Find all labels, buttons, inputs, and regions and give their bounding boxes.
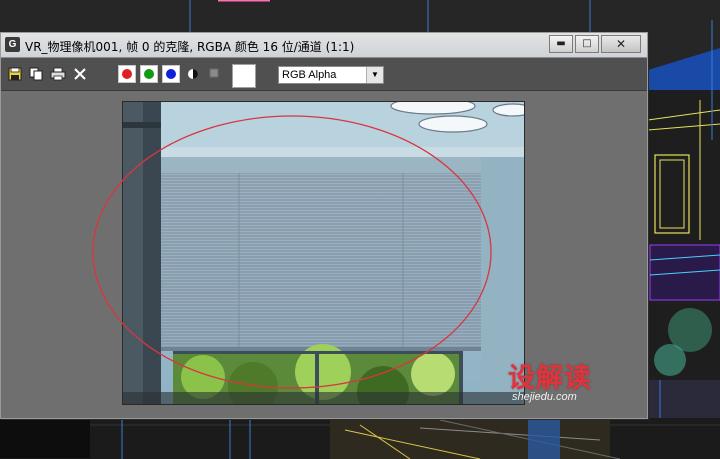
- window-controls: ▬ □ ✕: [547, 35, 641, 53]
- clear-icon[interactable]: [72, 67, 88, 83]
- display-channel-select[interactable]: RGB Alpha ▼: [278, 66, 384, 84]
- watermark-brand: 设解读: [508, 363, 592, 394]
- watermark: 设解读 shejiedu.com: [508, 356, 592, 403]
- save-icon[interactable]: [7, 67, 23, 83]
- blue-channel-toggle[interactable]: [162, 65, 180, 83]
- title-bar[interactable]: G VR_物理像机001, 帧 0 的克隆, RGBA 颜色 16 位/通道 (…: [1, 33, 647, 58]
- red-channel-toggle[interactable]: [118, 65, 136, 83]
- toolbar: RGB Alpha ▼: [1, 58, 647, 91]
- watermark-url: shejiedu.com: [512, 391, 577, 403]
- app-icon[interactable]: G: [5, 37, 20, 52]
- minimize-button[interactable]: ▬: [549, 35, 573, 53]
- blue-channel-icon: [166, 69, 176, 79]
- maximize-button[interactable]: □: [575, 35, 599, 53]
- chevron-down-icon: ▼: [366, 67, 383, 83]
- red-channel-icon: [122, 69, 132, 79]
- window-title: VR_物理像机001, 帧 0 的克隆, RGBA 颜色 16 位/通道 (1:…: [25, 40, 355, 54]
- print-icon[interactable]: [50, 67, 66, 83]
- close-button[interactable]: ✕: [601, 35, 641, 53]
- copy-icon[interactable]: [28, 67, 44, 83]
- green-channel-toggle[interactable]: [140, 65, 158, 83]
- monochrome-icon[interactable]: [185, 67, 201, 83]
- green-channel-icon: [144, 69, 154, 79]
- clear-color-icon[interactable]: [206, 67, 222, 83]
- display-channel-value: RGB Alpha: [282, 69, 337, 81]
- color-swatch[interactable]: [232, 64, 256, 88]
